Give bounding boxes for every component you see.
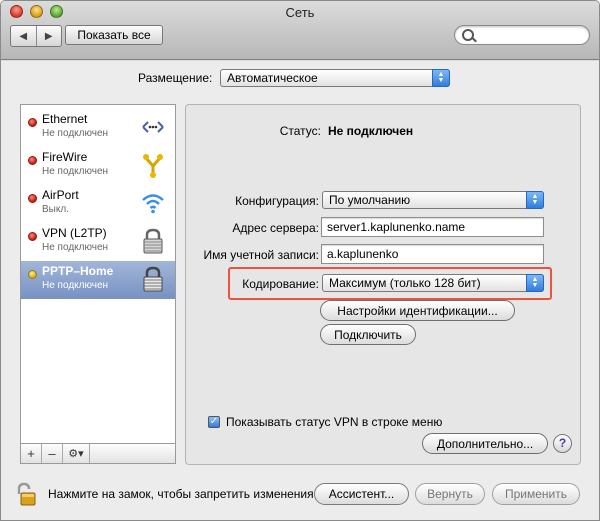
apply-button[interactable]: Применить (492, 483, 580, 505)
configuration-label: Конфигурация: (235, 194, 319, 208)
ethernet-icon (142, 121, 164, 133)
service-name: AirPort (42, 188, 79, 202)
auth-settings-button[interactable]: Настройки идентификации... (320, 300, 515, 321)
configuration-popup[interactable]: По умолчанию ▲ ▼ (322, 191, 544, 209)
popup-arrows-icon: ▲ ▼ (526, 274, 544, 292)
airport-icon (142, 194, 164, 214)
search-icon (462, 29, 474, 41)
service-name: Ethernet (42, 112, 88, 126)
gear-menu-button[interactable]: ⚙▾ (63, 444, 90, 463)
service-status: Не подключен (42, 242, 109, 253)
lock-hint-text: Нажмите на замок, чтобы запретить измене… (48, 487, 317, 501)
service-name: VPN (L2TP) (42, 226, 107, 240)
network-preferences-window: Сеть ◀ ▶ Показать все Размещение: Автома… (0, 0, 600, 521)
status-dot-red (28, 156, 37, 165)
window-title: Сеть (285, 5, 315, 20)
location-label: Размещение: (138, 71, 213, 85)
status-dot-yellow (28, 270, 37, 279)
help-button[interactable]: ? (553, 434, 572, 453)
popup-arrows-icon: ▲ ▼ (526, 191, 544, 209)
encryption-popup[interactable]: Максимум (только 128 бит) ▲ ▼ (322, 274, 544, 292)
assistant-button[interactable]: Ассистент... (314, 483, 409, 505)
status-label: Статус: (279, 124, 321, 138)
service-list: Ethernet Не подключен FireWire Не подклю… (20, 104, 176, 444)
encryption-value: Максимум (только 128 бит) (329, 276, 481, 290)
popup-arrows-icon: ▲ ▼ (432, 69, 450, 87)
title-bar: Сеть ◀ ▶ Показать все (1, 1, 599, 60)
revert-button[interactable]: Вернуть (415, 483, 485, 505)
search-input[interactable] (477, 28, 587, 44)
location-value: Автоматическое (227, 71, 318, 85)
show-all-button[interactable]: Показать все (65, 25, 163, 45)
service-name: FireWire (42, 150, 88, 164)
search-field[interactable] (454, 25, 590, 45)
nav-button-group: ◀ ▶ (10, 25, 62, 47)
configuration-value: По умолчанию (329, 193, 411, 207)
service-status: Не подключен (42, 166, 109, 177)
encryption-label: Кодирование: (242, 277, 319, 291)
forward-button[interactable]: ▶ (35, 26, 62, 46)
remove-service-button[interactable]: – (42, 444, 63, 463)
service-item-firewire[interactable]: FireWire Не подключен (21, 147, 175, 185)
add-service-button[interactable]: + (21, 444, 42, 463)
back-button[interactable]: ◀ (11, 26, 36, 46)
service-status: Не подключен (42, 280, 109, 291)
show-vpn-status-checkbox[interactable]: ✓ (208, 416, 220, 428)
status-value: Не подключен (328, 124, 414, 138)
service-item-ethernet[interactable]: Ethernet Не подключен (21, 109, 175, 147)
connect-button[interactable]: Подключить (320, 324, 416, 345)
status-dot-red (28, 194, 37, 203)
account-name-label: Имя учетной записи: (203, 248, 319, 262)
server-address-field[interactable]: server1.kaplunenko.name (321, 217, 544, 237)
service-name: PPTP–Home (42, 264, 114, 278)
service-item-vpn-l2tp[interactable]: VPN (L2TP) Не подключен (21, 223, 175, 261)
status-dot-red (28, 232, 37, 241)
service-item-airport[interactable]: AirPort Выкл. (21, 185, 175, 223)
service-list-controls: + – ⚙▾ (20, 444, 176, 464)
vpn-lock-icon (143, 228, 163, 254)
account-name-field[interactable]: a.kaplunenko (321, 244, 544, 264)
location-popup[interactable]: Автоматическое ▲ ▼ (220, 69, 450, 87)
status-dot-red (28, 118, 37, 127)
advanced-button[interactable]: Дополнительно... (422, 433, 548, 454)
service-status: Не подключен (42, 128, 109, 139)
firewire-icon (143, 154, 163, 178)
service-status: Выкл. (42, 204, 69, 215)
vpn-lock-icon (143, 266, 163, 292)
unlocked-padlock-icon[interactable] (15, 482, 37, 506)
server-address-label: Адрес сервера: (232, 221, 319, 235)
service-item-pptp-home[interactable]: PPTP–Home Не подключен (21, 261, 175, 299)
show-vpn-status-label: Показывать статус VPN в строке меню (226, 415, 443, 429)
